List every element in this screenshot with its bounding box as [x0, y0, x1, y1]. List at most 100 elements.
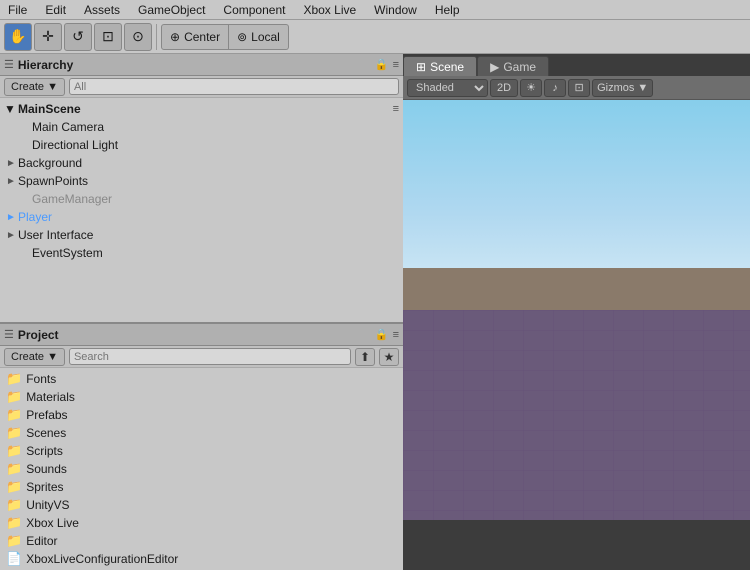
label-directional-light: Directional Light [32, 138, 118, 152]
scene-canvas[interactable] [403, 100, 750, 520]
left-panel: ☰ Hierarchy 🔒 ≡ Create ▼ ▼ MainScene ≡ [0, 54, 403, 520]
hierarchy-search-input[interactable] [69, 78, 399, 95]
project-label-sprites: Sprites [26, 480, 63, 494]
hierarchy-header: ☰ Hierarchy 🔒 ≡ [0, 54, 403, 76]
hierarchy-item-directional-light[interactable]: Directional Light [0, 136, 403, 154]
tool-move[interactable]: ✛ [34, 23, 62, 51]
scene-menu-icon[interactable]: ≡ [393, 103, 399, 115]
folder-icon-editor: 📁 [6, 533, 22, 549]
hierarchy-panel-icon: ☰ [4, 58, 14, 71]
project-item-sprites[interactable]: 📁 Sprites [0, 478, 403, 496]
hierarchy-menu-icon[interactable]: ≡ [393, 59, 399, 71]
project-item-prefabs[interactable]: 📁 Prefabs [0, 406, 403, 424]
project-item-editor[interactable]: 📁 Editor [0, 532, 403, 550]
hierarchy-lock-icon[interactable]: 🔒 [375, 58, 389, 71]
main-layout: ☰ Hierarchy 🔒 ≡ Create ▼ ▼ MainScene ≡ [0, 54, 750, 520]
scene-tab-label: Scene [430, 60, 464, 74]
menu-file[interactable]: File [4, 3, 31, 17]
menu-assets[interactable]: Assets [80, 3, 124, 17]
project-label-prefabs: Prefabs [26, 408, 67, 422]
scene-tabs-bar: ⊞ Scene ▶ Game [403, 54, 750, 76]
hierarchy-item-user-interface[interactable]: ► User Interface [0, 226, 403, 244]
effects-toggle-button[interactable]: ⊡ [568, 79, 590, 97]
project-create-button[interactable]: Create ▼ [4, 348, 65, 366]
hierarchy-item-gamemanager[interactable]: GameManager [0, 190, 403, 208]
tool-rotate[interactable]: ↺ [64, 23, 92, 51]
tool-scale[interactable]: ⊡ [94, 23, 122, 51]
project-item-scenes[interactable]: 📁 Scenes [0, 424, 403, 442]
project-label-fonts: Fonts [26, 372, 56, 386]
hierarchy-title: Hierarchy [18, 58, 371, 72]
project-label-scripts: Scripts [26, 444, 63, 458]
hierarchy-item-eventsystem[interactable]: EventSystem [0, 244, 403, 262]
project-folder-btn[interactable]: ⬆ [355, 348, 375, 366]
2d-toggle-button[interactable]: 2D [490, 79, 518, 97]
lighting-toggle-button[interactable]: ☀ [520, 79, 542, 97]
shading-mode-select[interactable]: Shaded Wireframe [407, 79, 488, 97]
gizmos-toggle-button[interactable]: Gizmos ▼ [592, 79, 653, 97]
hierarchy-item-spawnpoints[interactable]: ► SpawnPoints [0, 172, 403, 190]
hierarchy-item-player[interactable]: ► Player [0, 208, 403, 226]
scene-sky [403, 100, 750, 289]
project-item-xboxlive-config[interactable]: 📄 XboxLiveConfigurationEditor [0, 550, 403, 568]
menu-gameobject[interactable]: GameObject [134, 3, 209, 17]
local-icon: ⊚ [237, 30, 247, 44]
arrow-spawnpoints: ► [6, 176, 18, 187]
folder-icon-fonts: 📁 [6, 371, 22, 387]
folder-icon-sounds: 📁 [6, 461, 22, 477]
project-item-fonts[interactable]: 📁 Fonts [0, 370, 403, 388]
project-item-sounds[interactable]: 📁 Sounds [0, 460, 403, 478]
hierarchy-panel: ☰ Hierarchy 🔒 ≡ Create ▼ ▼ MainScene ≡ [0, 54, 403, 324]
project-lock-icon[interactable]: 🔒 [375, 328, 389, 341]
project-menu-icon[interactable]: ≡ [393, 329, 399, 341]
folder-icon-unityvs: 📁 [6, 497, 22, 513]
project-item-materials[interactable]: 📁 Materials [0, 388, 403, 406]
project-panel-icon: ☰ [4, 328, 14, 341]
menu-edit[interactable]: Edit [41, 3, 70, 17]
label-eventsystem: EventSystem [32, 246, 103, 260]
pivot-local-button[interactable]: ⊚ Local [229, 24, 289, 50]
hierarchy-item-main-camera[interactable]: Main Camera [0, 118, 403, 136]
arrow-background: ► [6, 158, 18, 169]
label-gamemanager: GameManager [32, 192, 112, 206]
project-tree: 📁 Fonts 📁 Materials 📁 Prefabs 📁 Scenes 📁 [0, 368, 403, 570]
project-search-input[interactable] [69, 348, 351, 365]
folder-icon-xboxlive: 📁 [6, 515, 22, 531]
menu-component[interactable]: Component [219, 3, 289, 17]
hierarchy-toolbar: Create ▼ [0, 76, 403, 98]
tool-hand[interactable]: ✋ [4, 23, 32, 51]
hierarchy-scene-root[interactable]: ▼ MainScene ≡ [0, 100, 403, 118]
separator-1 [156, 24, 157, 50]
project-item-scripts[interactable]: 📁 Scripts [0, 442, 403, 460]
hierarchy-tree: ▼ MainScene ≡ Main Camera Directional Li… [0, 98, 403, 322]
game-tab-label: Game [503, 60, 536, 74]
project-star-btn[interactable]: ★ [379, 348, 399, 366]
hierarchy-item-background[interactable]: ► Background [0, 154, 403, 172]
label-spawnpoints: SpawnPoints [18, 174, 88, 188]
hierarchy-create-button[interactable]: Create ▼ [4, 78, 65, 96]
scene-arrow: ▼ [4, 102, 18, 116]
menu-xboxlive[interactable]: Xbox Live [299, 3, 360, 17]
folder-icon-scripts: 📁 [6, 443, 22, 459]
pivot-center-button[interactable]: ⊕ Center [161, 24, 229, 50]
tab-game[interactable]: ▶ Game [477, 56, 549, 76]
project-item-xboxlive[interactable]: 📁 Xbox Live [0, 514, 403, 532]
toolbar: ✋ ✛ ↺ ⊡ ⊙ ⊕ Center ⊚ Local [0, 20, 750, 54]
tool-rect[interactable]: ⊙ [124, 23, 152, 51]
folder-icon-prefabs: 📁 [6, 407, 22, 423]
project-label-scenes: Scenes [26, 426, 66, 440]
pivot-local-label: Local [251, 30, 280, 44]
audio-toggle-button[interactable]: ♪ [544, 79, 566, 97]
scene-grid [403, 310, 750, 520]
menu-help[interactable]: Help [431, 3, 464, 17]
project-title: Project [18, 328, 371, 342]
folder-icon-sprites: 📁 [6, 479, 22, 495]
tab-scene[interactable]: ⊞ Scene [403, 56, 477, 76]
project-create-label: Create ▼ [11, 351, 58, 363]
project-item-unityvs[interactable]: 📁 UnityVS [0, 496, 403, 514]
menu-bar: File Edit Assets GameObject Component Xb… [0, 0, 750, 20]
pivot-icon: ⊕ [170, 30, 180, 44]
menu-window[interactable]: Window [370, 3, 421, 17]
project-label-editor: Editor [26, 534, 57, 548]
game-tab-icon: ▶ [490, 60, 499, 74]
